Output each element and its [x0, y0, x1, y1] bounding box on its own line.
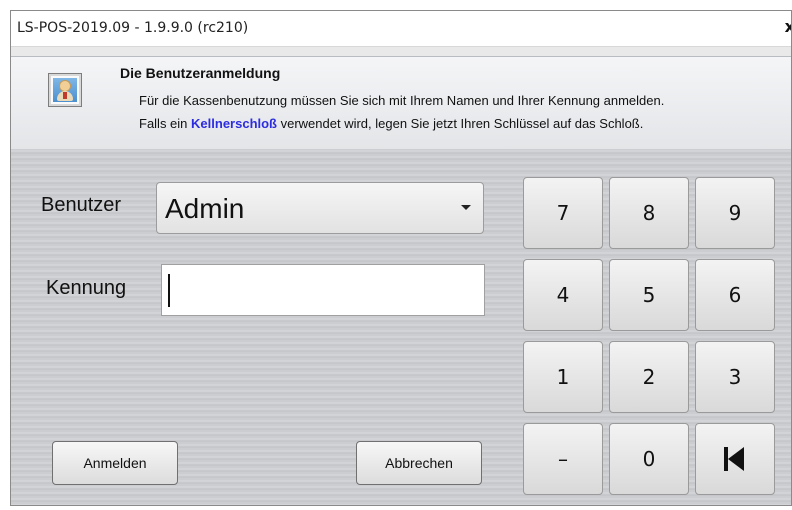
header-instruction-1: Für die Kassenbenutzung müssen Sie sich …	[139, 93, 665, 108]
main-panel: Benutzer Admin Kennung Anmelden Abbreche…	[11, 149, 791, 505]
key-minus[interactable]: –	[523, 423, 603, 495]
password-label: Kennung	[46, 277, 127, 299]
cancel-button[interactable]: Abbrechen	[356, 441, 482, 485]
instruction-text-after: verwendet wird, legen Sie jetzt Ihren Sc…	[277, 116, 644, 131]
key-8[interactable]: 8	[609, 177, 689, 249]
key-backspace[interactable]	[695, 423, 775, 495]
key-4[interactable]: 4	[523, 259, 603, 331]
chevron-down-icon	[461, 205, 471, 210]
key-9[interactable]: 9	[695, 177, 775, 249]
key-1[interactable]: 1	[523, 341, 603, 413]
key-0[interactable]: 0	[609, 423, 689, 495]
close-icon[interactable]: x	[785, 17, 791, 36]
user-select-value: Admin	[165, 193, 245, 224]
window-title: LS-POS-2019.09 - 1.9.9.0 (rc210)	[17, 20, 249, 36]
login-button[interactable]: Anmelden	[52, 441, 178, 485]
key-6[interactable]: 6	[695, 259, 775, 331]
text-cursor	[168, 274, 170, 307]
password-field[interactable]	[161, 264, 485, 316]
header-title: Die Benutzeranmeldung	[120, 65, 281, 81]
kellnerschloss-highlight: Kellnerschloß	[191, 116, 277, 131]
user-login-icon	[48, 73, 82, 107]
login-window: LS-POS-2019.09 - 1.9.9.0 (rc210) x Die B…	[10, 10, 792, 506]
title-bar: LS-POS-2019.09 - 1.9.9.0 (rc210) x	[11, 11, 791, 47]
key-2[interactable]: 2	[609, 341, 689, 413]
header-instruction-2: Falls ein Kellnerschloß verwendet wird, …	[139, 116, 643, 131]
key-7[interactable]: 7	[523, 177, 603, 249]
user-select[interactable]: Admin	[156, 182, 484, 234]
key-3[interactable]: 3	[695, 341, 775, 413]
key-5[interactable]: 5	[609, 259, 689, 331]
header-panel: Die Benutzeranmeldung Für die Kassenbenu…	[11, 56, 791, 150]
instruction-text-before: Falls ein	[139, 116, 192, 131]
user-label: Benutzer	[41, 194, 122, 216]
